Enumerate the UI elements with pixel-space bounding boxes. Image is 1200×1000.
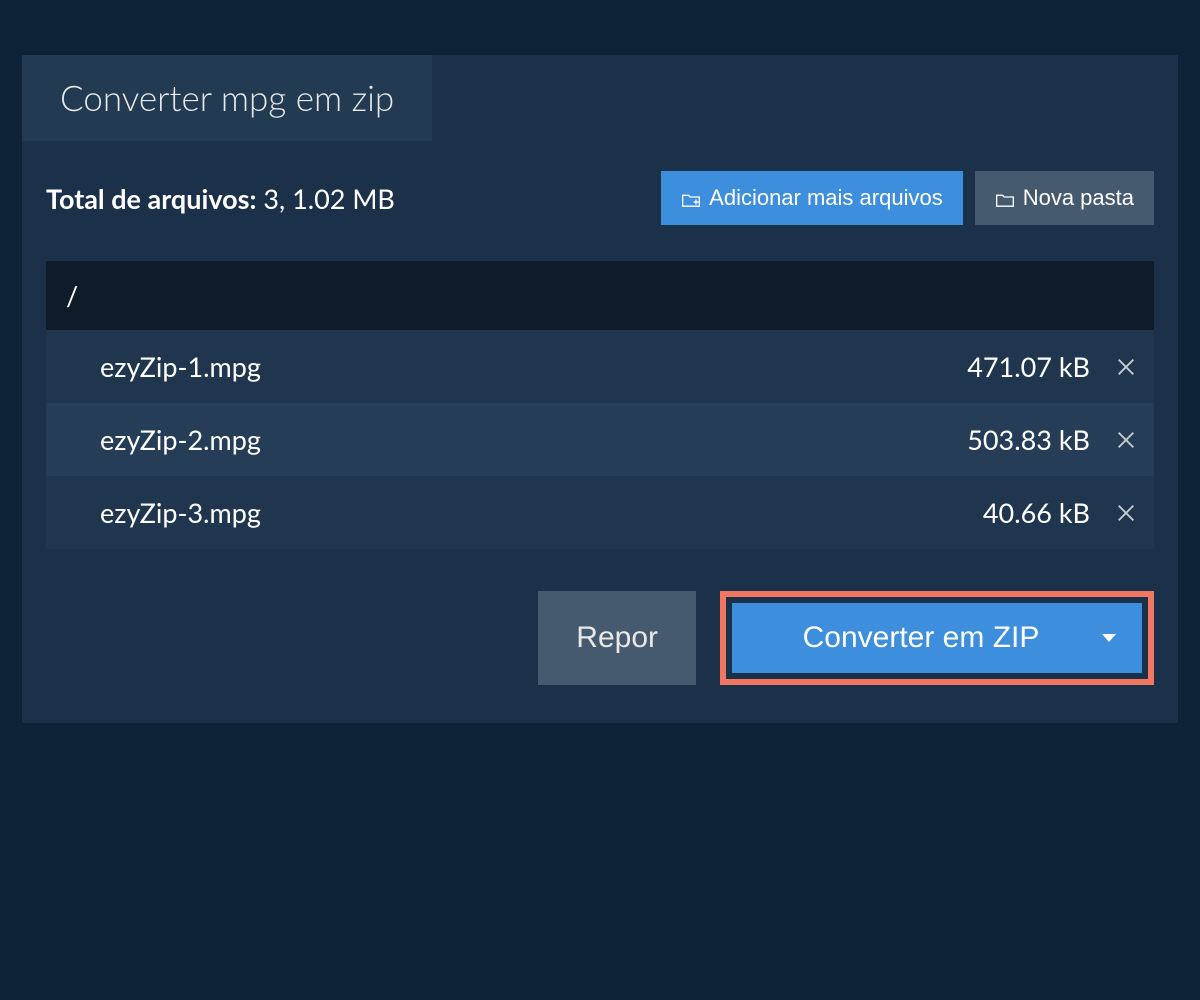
file-row-right: 40.66 kB [983, 496, 1140, 529]
file-size: 40.66 kB [983, 496, 1090, 529]
header-buttons: Adicionar mais arquivos Nova pasta [661, 171, 1154, 225]
file-size: 471.07 kB [967, 350, 1090, 383]
convert-label: Converter em ZIP [803, 621, 1040, 655]
new-folder-label: Nova pasta [1023, 185, 1134, 211]
tab-title: Converter mpg em zip [22, 55, 432, 141]
convert-highlight-frame: Converter em ZIP [720, 591, 1154, 685]
file-row-right: 503.83 kB [967, 423, 1140, 456]
file-row: ezyZip-2.mpg 503.83 kB [46, 403, 1154, 476]
convert-button[interactable]: Converter em ZIP [732, 603, 1142, 673]
folder-icon [995, 189, 1015, 207]
file-name: ezyZip-1.mpg [100, 350, 261, 383]
total-files-prefix: Total de arquivos: [46, 182, 256, 215]
total-files-label: Total de arquivos: 3, 1.02 MB [46, 182, 395, 215]
add-files-button[interactable]: Adicionar mais arquivos [661, 171, 963, 225]
file-name: ezyZip-2.mpg [100, 423, 261, 456]
breadcrumb[interactable]: / [46, 261, 1154, 330]
header-row: Total de arquivos: 3, 1.02 MB Adicionar … [46, 171, 1154, 225]
file-row: ezyZip-3.mpg 40.66 kB [46, 476, 1154, 549]
file-name: ezyZip-3.mpg [100, 496, 261, 529]
file-row: ezyZip-1.mpg 471.07 kB [46, 330, 1154, 403]
panel-content: Total de arquivos: 3, 1.02 MB Adicionar … [22, 141, 1178, 723]
footer-actions: Repor Converter em ZIP [46, 591, 1154, 703]
reset-button[interactable]: Repor [538, 591, 696, 685]
file-row-right: 471.07 kB [967, 350, 1140, 383]
new-folder-button[interactable]: Nova pasta [975, 171, 1154, 225]
folder-plus-icon [681, 189, 701, 207]
add-files-label: Adicionar mais arquivos [709, 185, 943, 211]
converter-panel: Converter mpg em zip Total de arquivos: … [22, 55, 1178, 723]
remove-file-icon[interactable] [1112, 353, 1140, 381]
total-files-value: 3, 1.02 MB [256, 182, 394, 215]
file-size: 503.83 kB [967, 423, 1090, 456]
file-list: ezyZip-1.mpg 471.07 kB ezyZip-2.mpg 503.… [46, 330, 1154, 549]
remove-file-icon[interactable] [1112, 499, 1140, 527]
remove-file-icon[interactable] [1112, 426, 1140, 454]
chevron-down-icon [1102, 634, 1116, 642]
